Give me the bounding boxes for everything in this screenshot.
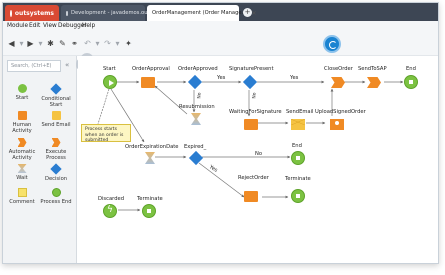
order-approved-label: OrderApproved	[178, 66, 218, 72]
toolbox-item-label: Start	[15, 95, 29, 101]
end-label: End	[406, 66, 416, 72]
send-to-sap-label: SendToSAP	[358, 66, 387, 72]
toolbox-item-decision[interactable]: Decision	[38, 163, 74, 182]
toolbox-item-start[interactable]: Start	[4, 84, 40, 101]
expired-label: Expired_	[184, 144, 207, 150]
order-approval-node[interactable]	[141, 77, 155, 88]
menu-view[interactable]: View	[43, 23, 57, 29]
toolbox-item-automatic-activity[interactable]: Automatic Activity	[4, 138, 40, 161]
yes-label: Yes	[290, 75, 299, 81]
toolbox-panel: Search, (Ctrl+E) « Start Conditional Sta…	[3, 56, 77, 263]
send-email-label: SendEmail	[286, 109, 314, 115]
start-node[interactable]	[103, 75, 117, 89]
toolbox-item-label: Decision	[44, 176, 68, 182]
toolbox-item-send-email[interactable]: Send Email	[38, 111, 74, 128]
toolbox-item-process-end[interactable]: Process End	[38, 188, 74, 205]
chevron-down-icon[interactable]: ▾	[112, 38, 123, 49]
toolbox-item-label: Human Activity	[12, 122, 32, 134]
toolbox-item-conditional-start[interactable]: Conditional Start	[38, 83, 74, 108]
tab-label: OrderManagement (Order Manage...	[152, 10, 247, 16]
menu-help[interactable]: Help	[82, 23, 95, 29]
end-node[interactable]	[404, 75, 418, 89]
toolbox-item-label: Execute Process	[45, 149, 67, 161]
flow-connectors	[97, 80, 404, 212]
menu-module[interactable]: Module	[7, 23, 28, 29]
no-label: No	[197, 92, 203, 99]
waiting-for-signature-label: WaitingForSignature	[229, 109, 282, 115]
toolbox-item-human-activity[interactable]: Human Activity	[4, 111, 40, 134]
comment-icon	[17, 188, 27, 197]
order-expiration-date-label: OrderExpirationDate	[125, 144, 179, 150]
yes-label: Yes	[217, 75, 226, 81]
terminate-label: Terminate	[285, 176, 311, 182]
signature-present-label: SignaturePresent	[229, 66, 274, 72]
toolbox-item-comment[interactable]: Comment	[4, 188, 40, 205]
toolbox-item-label: Wait	[16, 175, 28, 181]
link-icon[interactable]: ⚭	[69, 38, 80, 49]
terminate-node[interactable]	[142, 204, 156, 218]
terminate-label: Terminate	[137, 196, 163, 202]
order-approval-label: OrderApproval	[132, 66, 170, 72]
add-tab-button[interactable]: +	[243, 8, 252, 17]
ide-window: outsystems Development - javademos.outsy…	[2, 2, 439, 264]
reject-order-node[interactable]	[244, 191, 258, 202]
tools-icon[interactable]: ✎	[57, 38, 68, 49]
end-node[interactable]	[291, 151, 305, 165]
publish-button[interactable]	[323, 35, 341, 53]
environment-icon	[66, 10, 68, 16]
human-activity-icon	[17, 111, 27, 120]
outsystems-logo-icon	[10, 9, 12, 17]
collapse-panel-button[interactable]: «	[65, 61, 69, 69]
toolbox-item-label: Automatic Activity	[8, 149, 36, 161]
close-order-label: CloseOrder	[324, 66, 353, 72]
tab-order-management[interactable]: OrderManagement (Order Manage... ✕	[147, 5, 257, 21]
start-label: Start	[103, 66, 116, 72]
discarded-label: Discarded	[98, 196, 124, 202]
wait-icon	[17, 164, 27, 173]
send-email-node[interactable]	[291, 119, 305, 130]
automatic-activity-icon	[17, 138, 27, 147]
toolbox-item-execute-process[interactable]: Execute Process	[38, 138, 74, 161]
terminate-node[interactable]	[291, 189, 305, 203]
execute-process-icon	[51, 138, 61, 147]
waiting-for-signature-node[interactable]	[244, 119, 258, 130]
close-icon[interactable]: ✕	[252, 10, 257, 17]
toolbox-item-label: Conditional Start	[41, 96, 71, 108]
toolbox-item-label: Process End	[40, 199, 72, 205]
conditional-start-icon	[50, 83, 62, 95]
discarded-node[interactable]	[103, 204, 117, 218]
search-input[interactable]: Search, (Ctrl+E)	[7, 60, 61, 72]
tab-outsystems[interactable]: outsystems	[5, 5, 59, 21]
menu-bar: Module Edit View Debugger Help	[3, 21, 438, 32]
start-icon	[17, 84, 27, 93]
send-email-icon	[51, 111, 61, 120]
end-label: End	[292, 143, 302, 149]
toolbox-item-wait[interactable]: Wait	[4, 164, 40, 181]
resubmission-label: Resubmission	[179, 104, 215, 110]
no-label: No	[255, 151, 263, 157]
tab-development[interactable]: Development - javademos.outsyst...	[61, 5, 165, 21]
reject-order-label: RejectOrder	[238, 175, 269, 181]
toolbox-item-label: Send Email	[41, 122, 71, 128]
upload-signed-order-node[interactable]	[330, 119, 344, 130]
tab-bar: outsystems Development - javademos.outsy…	[3, 3, 438, 21]
gear-icon[interactable]: ✱	[45, 38, 56, 49]
menu-edit[interactable]: Edit	[29, 23, 40, 29]
process-end-icon	[51, 188, 61, 197]
no-label: No	[252, 92, 258, 99]
toolbar: ◀ ▾ ▶ ▾ ✱ ✎ ⚭ ↶ ▾ ↷ ▾ ✦	[3, 32, 438, 56]
upload-signed-order-label: UploadSignedOrder	[315, 109, 366, 115]
decision-icon	[50, 163, 62, 175]
toolbox-item-label: Comment	[9, 199, 35, 205]
process-comment-note[interactable]: Process starts when an order is submitte…	[81, 124, 131, 143]
wand-icon[interactable]: ✦	[123, 38, 134, 49]
tab-label: outsystems	[14, 9, 54, 17]
